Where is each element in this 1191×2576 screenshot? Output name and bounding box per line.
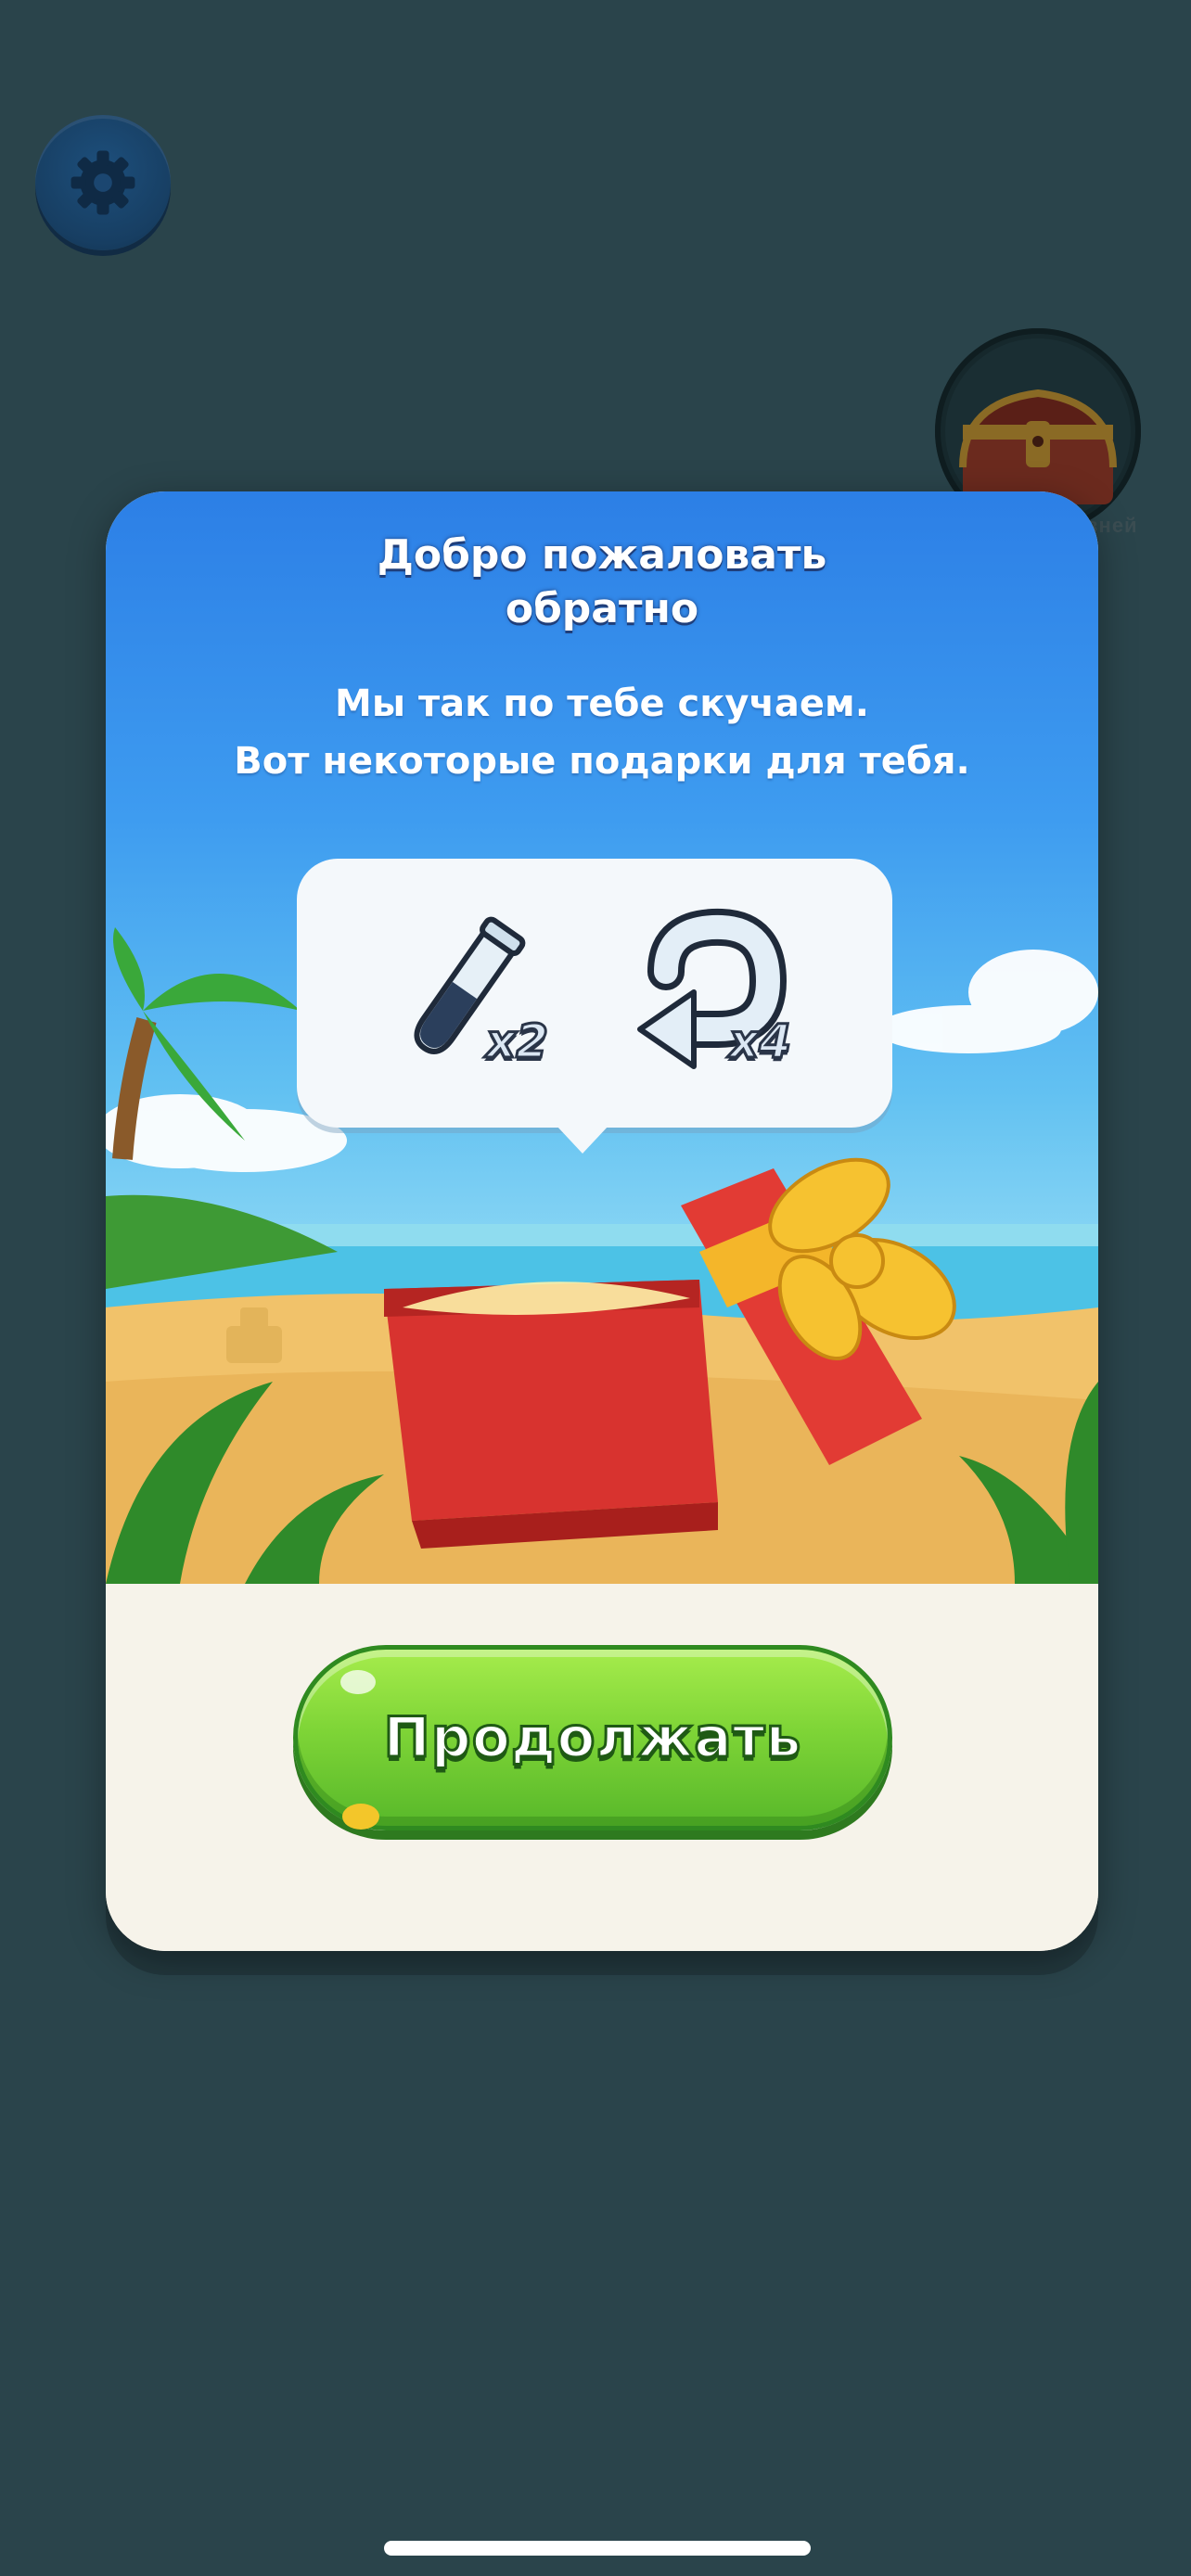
- continue-button-label: Продолжать: [382, 1704, 802, 1772]
- subtitle-line-1: Мы так по тебе скучаем.: [335, 682, 869, 725]
- bubble-tail: [557, 1126, 608, 1154]
- dialog-subtitle: Мы так по тебе скучаем. Вот некоторые по…: [106, 675, 1098, 790]
- subtitle-line-2: Вот некоторые подарки для тебя.: [234, 740, 970, 783]
- settings-button[interactable]: [35, 115, 171, 250]
- gear-icon: [70, 150, 135, 215]
- rewards-bubble: x2 x4: [297, 859, 892, 1128]
- reward-count-test-tube: x2: [484, 1014, 549, 1070]
- home-indicator[interactable]: [384, 2541, 811, 2556]
- button-drop: [342, 1804, 379, 1830]
- reward-test-tube: x2: [386, 907, 590, 1092]
- button-shine: [340, 1670, 376, 1694]
- reward-undo: x4: [629, 907, 833, 1092]
- continue-button[interactable]: Продолжать: [293, 1645, 892, 1830]
- welcome-back-dialog: Добро пожаловать обратно Мы так по тебе …: [106, 491, 1098, 1951]
- reward-count-undo: x4: [727, 1014, 792, 1070]
- dialog-title: Добро пожаловать обратно: [377, 531, 827, 632]
